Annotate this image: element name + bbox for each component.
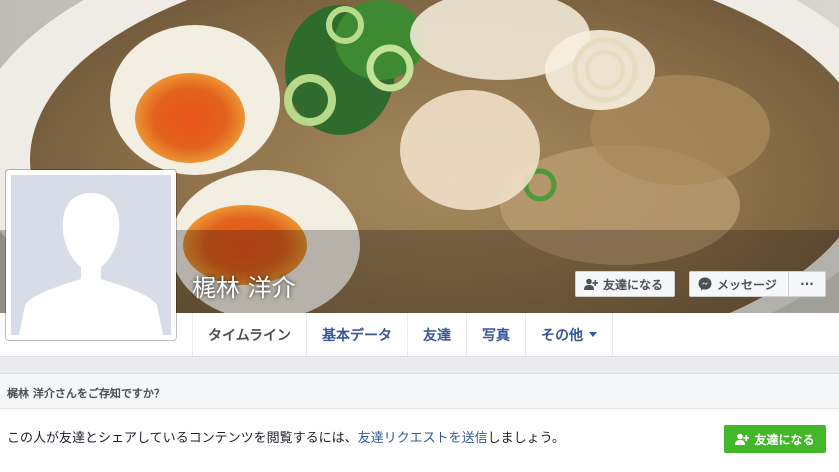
profile-name: 梶林 洋介 <box>192 274 296 302</box>
silhouette-icon <box>11 175 171 335</box>
caret-down-icon <box>589 332 598 337</box>
tab-label: 基本データ <box>322 327 393 344</box>
messenger-icon <box>698 277 712 291</box>
tab-timeline[interactable]: タイムライン <box>192 313 306 356</box>
know-text-before: この人が友達とシェアしているコンテンツを閲覧するには、 <box>7 431 358 446</box>
tab-about[interactable]: 基本データ <box>306 313 407 356</box>
know-box-text: この人が友達とシェアしているコンテンツを閲覧するには、友達リクエストを送信しまし… <box>7 427 565 446</box>
profile-picture[interactable] <box>6 170 176 340</box>
tab-label: 写真 <box>482 327 511 344</box>
tab-photos[interactable]: 写真 <box>466 313 525 356</box>
add-friend-green-button[interactable]: 友達になる <box>724 425 826 453</box>
message-button[interactable]: メッセージ <box>689 271 789 297</box>
more-options-button[interactable]: ··· <box>788 271 826 297</box>
know-text-after: しましょう。 <box>487 431 565 446</box>
tab-label: タイムライン <box>208 327 292 344</box>
know-box-header: 梶林 洋介さんをご存知ですか？ <box>0 373 839 409</box>
add-friend-icon <box>735 433 750 445</box>
message-label: メッセージ <box>717 277 777 292</box>
know-box-body: この人が友達とシェアしているコンテンツを閲覧するには、友達リクエストを送信しまし… <box>0 409 839 472</box>
tab-friends[interactable]: 友達 <box>407 313 466 356</box>
add-friend-button[interactable]: 友達になる <box>575 271 675 297</box>
profile-tabs: タイムライン 基本データ 友達 写真 その他 <box>192 313 614 356</box>
add-friend-label: 友達になる <box>603 277 664 292</box>
add-friend-green-label: 友達になる <box>754 432 815 447</box>
tab-label: 友達 <box>423 327 452 344</box>
more-label: ··· <box>800 277 814 291</box>
add-friend-icon <box>584 278 598 290</box>
tab-more[interactable]: その他 <box>525 313 614 356</box>
send-friend-request-link[interactable]: 友達リクエストを送信 <box>358 431 488 446</box>
know-box-title: 梶林 洋介さんをご存知ですか？ <box>7 387 165 400</box>
tab-label: その他 <box>541 327 584 344</box>
